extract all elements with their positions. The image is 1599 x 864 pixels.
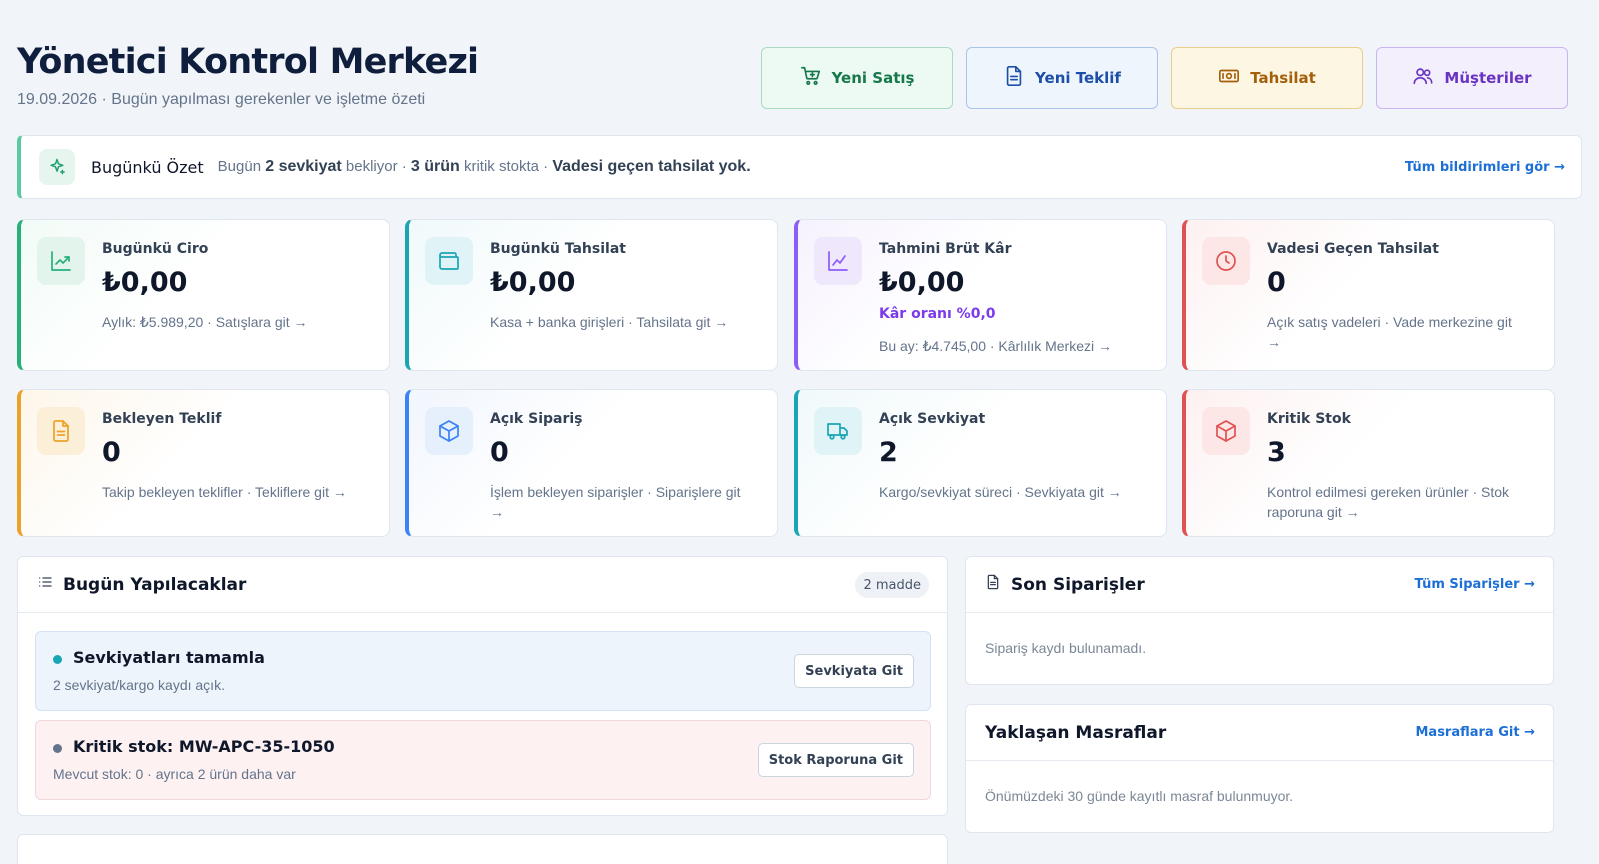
document-icon — [1003, 65, 1025, 91]
all-notifications-link[interactable]: Tüm bildirimleri gör → — [1405, 160, 1565, 175]
gross-profit-card[interactable]: Tahmini Brüt Kâr ₺0,00 Kâr oranı %0,0 Bu… — [794, 219, 1167, 371]
recent-orders-header: Son Siparişler Tüm Siparişler → — [966, 557, 1553, 613]
summary-text: Bugün 2 sevkiyat bekliyor · 3 ürün kriti… — [218, 158, 751, 176]
card-value: 0 — [1267, 267, 1286, 298]
customers-label: Müşteriler — [1444, 69, 1532, 87]
card-value: ₺0,00 — [879, 267, 965, 298]
box-icon — [1202, 407, 1250, 455]
wallet-icon — [425, 237, 473, 285]
todo-item-subtitle: 2 sevkiyat/kargo kaydı açık. — [53, 677, 225, 693]
go-to-expenses-link[interactable]: Masraflara Git → — [1415, 725, 1535, 740]
card-value: 0 — [490, 437, 509, 468]
todo-panel-header: Bugün Yapılacaklar 2 madde — [18, 557, 947, 613]
collection-card[interactable]: Bugünkü Tahsilat ₺0,00 Kasa + banka giri… — [405, 219, 778, 371]
card-value: ₺0,00 — [490, 267, 576, 298]
critical-stock-card[interactable]: Kritik Stok 3 Kontrol edilmesi gereken ü… — [1182, 389, 1555, 537]
todo-item-title: Kritik stok: MW-APC-35-1050 — [73, 737, 335, 756]
new-sale-button[interactable]: Yeni Satış — [761, 47, 953, 109]
card-label: Kritik Stok — [1267, 411, 1351, 427]
collection-button[interactable]: Tahsilat — [1171, 47, 1363, 109]
empty-state: Sipariş kaydı bulunamadı. — [985, 640, 1147, 656]
open-orders-card[interactable]: Açık Sipariş 0 İşlem bekleyen siparişler… — [405, 389, 778, 537]
document-icon — [985, 574, 1011, 595]
card-note: Açık satış vadeleri · Vade merkezine git… — [1267, 314, 1512, 350]
revenue-card[interactable]: Bugünkü Ciro ₺0,00 Aylık: ₺5.989,20 · Sa… — [17, 219, 390, 371]
todo-item-title: Sevkiyatları tamamla — [73, 648, 265, 667]
card-label: Bugünkü Ciro — [102, 241, 209, 257]
card-note: Takip bekleyen teklifler · Tekliflere gi… — [102, 484, 347, 500]
card-label: Vadesi Geçen Tahsilat — [1267, 241, 1439, 257]
page-header: Yönetici Kontrol Merkezi 19.09.2026 · Bu… — [17, 40, 1582, 112]
cart-plus-icon — [800, 65, 822, 91]
todo-item: Sevkiyatları tamamla 2 sevkiyat/kargo ka… — [35, 631, 931, 711]
card-value: 3 — [1267, 437, 1286, 468]
empty-state: Önümüzdeki 30 günde kayıtlı masraf bulun… — [985, 788, 1294, 804]
quick-actions: Yeni Satış Yeni Teklif Tahsilat Müşteril… — [761, 47, 1568, 109]
card-note: İşlem bekleyen siparişler · Siparişlere … — [490, 484, 741, 520]
summary-text-part: bekliyor · — [341, 158, 411, 175]
truck-icon — [814, 407, 862, 455]
next-panel — [17, 834, 948, 864]
todo-item-subtitle: Mevcut stok: 0 · ayrıca 2 ürün daha var — [53, 766, 296, 782]
card-label: Tahmini Brüt Kâr — [879, 241, 1012, 257]
collection-label: Tahsilat — [1250, 69, 1316, 87]
summary-title: Bugünkü Özet — [91, 157, 204, 177]
todo-item: Kritik stok: MW-APC-35-1050 Mevcut stok:… — [35, 720, 931, 800]
summary-critical-stock-count: 3 ürün — [410, 158, 460, 175]
card-note: Kontrol edilmesi gereken ürünler · Stok … — [1267, 484, 1510, 520]
card-label: Bekleyen Teklif — [102, 411, 222, 427]
go-to-shipments-button[interactable]: Sevkiyata Git — [794, 654, 914, 688]
status-dot — [53, 744, 62, 753]
package-icon — [425, 407, 473, 455]
upcoming-expenses-panel: Yaklaşan Masraflar Masraflara Git → Önüm… — [965, 704, 1554, 833]
card-value: 2 — [879, 437, 898, 468]
recent-orders-title: Son Siparişler — [1011, 574, 1145, 595]
upcoming-expenses-header: Yaklaşan Masraflar Masraflara Git → — [966, 705, 1553, 761]
banknote-icon — [1218, 65, 1240, 91]
new-quote-label: Yeni Teklif — [1035, 69, 1121, 87]
list-icon — [37, 574, 63, 595]
card-note: Aylık: ₺5.989,20 · Satışlara git → — [102, 314, 308, 330]
todo-count-badge: 2 madde — [855, 572, 929, 598]
line-chart-icon — [814, 237, 862, 285]
daily-summary-banner: Bugünkü Özet Bugün 2 sevkiyat bekliyor ·… — [17, 135, 1582, 199]
open-shipments-card[interactable]: Açık Sevkiyat 2 Kargo/sevkiyat süreci · … — [794, 389, 1167, 537]
card-value: 0 — [102, 437, 121, 468]
card-label: Açık Sevkiyat — [879, 411, 986, 427]
todo-title: Bugün Yapılacaklar — [63, 574, 247, 595]
todo-panel: Bugün Yapılacaklar 2 madde Sevkiyatları … — [17, 556, 948, 816]
go-to-stock-report-button[interactable]: Stok Raporuna Git — [757, 743, 914, 777]
summary-overdue-status: Vadesi geçen tahsilat yok. — [552, 158, 751, 175]
trending-up-icon — [37, 237, 85, 285]
recent-orders-panel: Son Siparişler Tüm Siparişler → Sipariş … — [965, 556, 1554, 685]
new-sale-label: Yeni Satış — [831, 69, 915, 87]
summary-text-part: Bugün — [217, 158, 266, 175]
status-dot — [53, 655, 62, 664]
profit-margin: Kâr oranı %0,0 — [879, 306, 996, 322]
customers-button[interactable]: Müşteriler — [1376, 47, 1568, 109]
card-label: Açık Sipariş — [490, 411, 583, 427]
users-icon — [1412, 65, 1434, 91]
upcoming-expenses-title: Yaklaşan Masraflar — [985, 722, 1167, 743]
card-note: Bu ay: ₺4.745,00 · Kârlılık Merkezi → — [879, 338, 1112, 354]
file-text-icon — [37, 407, 85, 455]
all-orders-link[interactable]: Tüm Siparişler → — [1414, 577, 1535, 592]
pending-quotes-card[interactable]: Bekleyen Teklif 0 Takip bekleyen teklifl… — [17, 389, 390, 537]
new-quote-button[interactable]: Yeni Teklif — [966, 47, 1158, 109]
card-note: Kargo/sevkiyat süreci · Sevkiyata git → — [879, 484, 1122, 500]
card-label: Bugünkü Tahsilat — [490, 241, 626, 257]
summary-text-part: kritik stokta · — [459, 158, 553, 175]
card-value: ₺0,00 — [102, 267, 188, 298]
clock-icon — [1202, 237, 1250, 285]
sparkle-icon — [39, 149, 75, 185]
overdue-collection-card[interactable]: Vadesi Geçen Tahsilat 0 Açık satış vadel… — [1182, 219, 1555, 371]
summary-shipment-count: 2 sevkiyat — [265, 158, 342, 175]
card-note: Kasa + banka girişleri · Tahsilata git → — [490, 314, 729, 330]
